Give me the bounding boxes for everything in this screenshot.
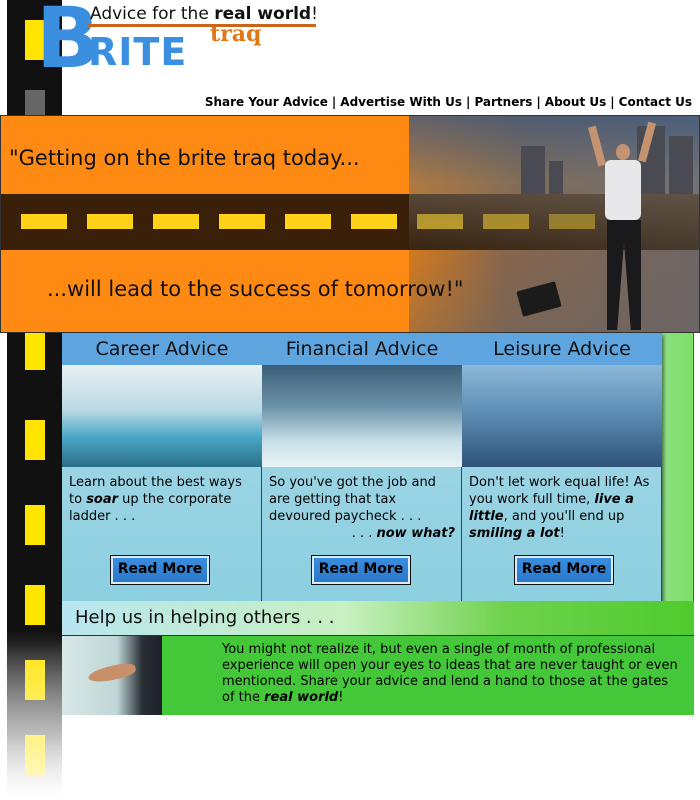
nav-partners[interactable]: Partners xyxy=(474,95,532,109)
leisure-photo xyxy=(462,365,662,467)
nav-about-us[interactable]: About Us xyxy=(545,95,606,109)
help-section: You might not realize it, but even a sin… xyxy=(62,635,694,715)
road-fade xyxy=(7,630,62,800)
nav-separator: | xyxy=(536,95,541,109)
logo-tagline: Advice for the real world! xyxy=(90,4,318,24)
celebrating-businessman xyxy=(587,121,657,332)
lane-marker xyxy=(87,214,133,229)
banner-quote-line-2: ...will lead to the success of tomorrow!… xyxy=(47,277,464,301)
hero-banner: "Getting on the brite traq today... ...w… xyxy=(0,115,700,333)
brite-traq-logo[interactable]: B RITE traq Advice for the real world! xyxy=(22,0,342,96)
help-text: You might not realize it, but even a sin… xyxy=(222,642,678,705)
nav-advertise[interactable]: Advertise With Us xyxy=(340,95,462,109)
column-description: Learn about the best ways to soar up the… xyxy=(69,475,242,524)
building xyxy=(521,146,545,194)
career-photo xyxy=(62,365,262,467)
leisure-read-more-button[interactable]: Read More xyxy=(514,555,614,585)
road-dash xyxy=(25,420,45,460)
banner-quote-line-1: "Getting on the brite traq today... xyxy=(9,146,360,170)
helping-hand-image xyxy=(62,636,162,715)
financial-read-more-button[interactable]: Read More xyxy=(311,555,411,585)
lane-marker xyxy=(219,214,265,229)
top-nav: Share Your Advice | Advertise With Us | Part… xyxy=(205,95,692,109)
help-heading: Help us in helping others . . . xyxy=(62,601,694,635)
career-read-more-button[interactable]: Read More xyxy=(110,555,210,585)
lane-marker xyxy=(153,214,199,229)
nav-separator: | xyxy=(331,95,337,109)
financial-advice-column: Financial Advice So you've got the job a… xyxy=(262,333,462,601)
nav-separator: | xyxy=(610,95,615,109)
road-dash xyxy=(25,505,45,545)
financial-photo xyxy=(262,365,462,467)
lane-marker xyxy=(21,214,67,229)
column-title: Financial Advice xyxy=(262,333,462,365)
lane-marker xyxy=(351,214,397,229)
nav-share-advice[interactable]: Share Your Advice xyxy=(205,95,328,109)
road-dash xyxy=(25,585,45,625)
column-description: So you've got the job and are getting th… xyxy=(269,475,455,541)
building xyxy=(669,136,693,194)
column-title: Leisure Advice xyxy=(462,333,662,365)
nav-contact-us[interactable]: Contact Us xyxy=(619,95,692,109)
nav-separator: | xyxy=(466,95,471,109)
content-panel: Career Advice Learn about the best ways … xyxy=(62,333,694,715)
career-advice-column: Career Advice Learn about the best ways … xyxy=(62,333,262,601)
building xyxy=(549,161,563,194)
column-description: Don't let work equal life! As you work f… xyxy=(469,475,650,541)
logo-underline xyxy=(88,24,316,27)
lane-marker xyxy=(285,214,331,229)
column-title: Career Advice xyxy=(62,333,262,365)
advice-columns: Career Advice Learn about the best ways … xyxy=(62,333,662,601)
logo-rite: RITE xyxy=(88,30,188,74)
road-dash xyxy=(25,330,45,370)
leisure-advice-column: Leisure Advice Don't let work equal life… xyxy=(462,333,662,601)
